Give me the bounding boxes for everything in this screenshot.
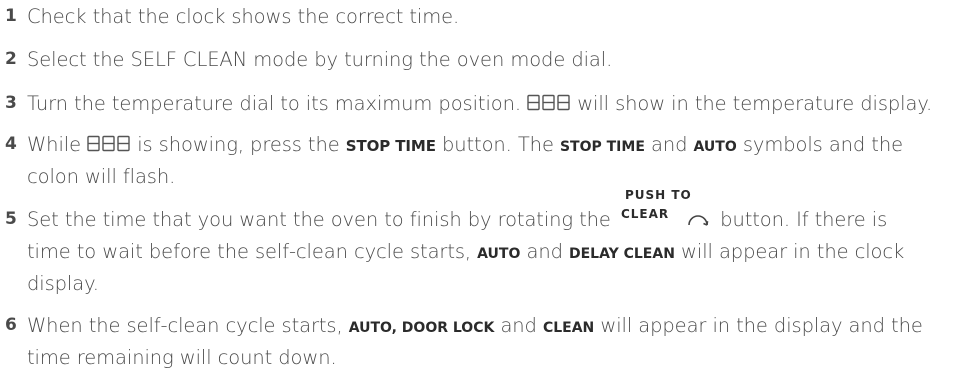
step-text: colon will flash.: [27, 165, 176, 188]
step-number: 3: [5, 93, 17, 113]
seven-segment-000-icon: [87, 131, 131, 160]
delay-clean-symbol: DELAY CLEAN: [569, 246, 675, 262]
step-text: When the self-clean cycle starts,: [27, 314, 343, 337]
step-text: will appear in the clock: [681, 240, 905, 263]
clear-label: CLEAR: [620, 207, 670, 221]
step-6: 6 When the self-clean cycle starts, AUTO…: [5, 311, 923, 372]
clean-symbol: CLEAN: [542, 320, 595, 336]
stop-time-symbol: STOP TIME: [559, 139, 645, 155]
step-text: Set the time that you want the oven to f…: [27, 208, 611, 231]
push-to-label: PUSH TO: [624, 188, 692, 202]
step-text: time remaining will count down.: [27, 346, 337, 369]
step-5: 5 Set the time that you want the oven to…: [5, 188, 905, 298]
step-text: will appear in the display and the: [600, 314, 923, 337]
step-text: While: [27, 133, 81, 156]
step-4: 4 While is showing, press the STOP TIME …: [5, 130, 903, 191]
step-text: and: [500, 314, 537, 337]
step-1: 1 Check that the clock shows the correct…: [5, 2, 459, 31]
step-2: 2 Select the SELF CLEAN mode by turning …: [5, 45, 612, 74]
step-text: will show in the temperature display.: [577, 92, 933, 115]
step-text: display.: [27, 272, 99, 295]
step-text: symbols and the: [742, 133, 904, 156]
step-text: and: [651, 133, 688, 156]
step-3: 3 Turn the temperature dial to its maxim…: [5, 89, 932, 119]
step-number: 2: [5, 49, 17, 69]
auto-door-lock-symbol: AUTO, DOOR LOCK: [348, 320, 495, 336]
step-text: is showing, press the: [137, 133, 340, 156]
step-text: button. If there is: [720, 208, 888, 231]
stop-time-key: STOP TIME: [345, 137, 436, 155]
seven-segment-000-icon: [527, 90, 571, 119]
step-text: Check that the clock shows the correct t…: [27, 5, 460, 28]
step-number: 1: [5, 6, 17, 26]
step-number: 4: [5, 134, 17, 154]
step-text: and: [526, 240, 563, 263]
step-number: 6: [5, 315, 17, 335]
step-number: 5: [5, 209, 17, 229]
step-text: Turn the temperature dial to its maximum…: [27, 92, 521, 115]
step-text: button. The: [441, 133, 554, 156]
step-text: time to wait before the self-clean cycle…: [27, 240, 472, 263]
auto-symbol: AUTO: [477, 246, 521, 262]
rotate-arrow-icon: [685, 208, 711, 237]
push-to-clear-label: PUSH TO CLEAR: [617, 188, 691, 226]
auto-symbol: AUTO: [693, 139, 737, 155]
step-text: Select the SELF CLEAN mode by turning th…: [27, 48, 613, 71]
